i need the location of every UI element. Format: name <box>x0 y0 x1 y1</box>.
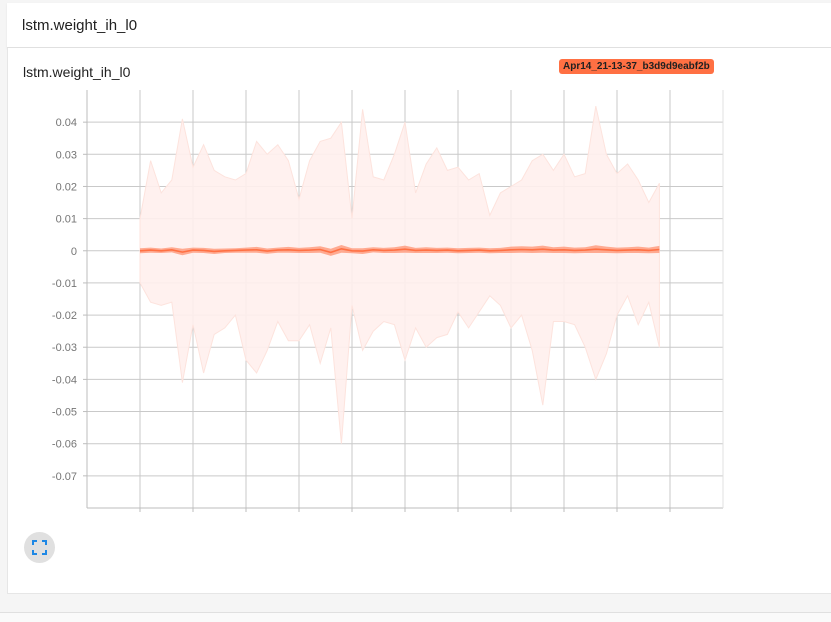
y-tick-label-10: -0.06 <box>52 439 77 451</box>
fullscreen-icon <box>32 540 47 555</box>
y-tick-label-7: -0.03 <box>52 342 77 354</box>
band-outer <box>139 105 660 444</box>
run-badge: Apr14_21-13-37_b3d9d9eabf2b <box>559 59 714 74</box>
chart-card: 0.04 0.03 0.02 0.01 0 -0.01 -0.02 -0.03 -0.04 -0.… <box>7 48 831 594</box>
y-tick-label-9: -0.05 <box>52 407 77 419</box>
chart-title: lstm.weight_ih_l0 <box>23 64 131 80</box>
y-tick-label-0: 0.04 <box>56 117 77 129</box>
y-tick-label-6: -0.02 <box>52 310 77 322</box>
y-tick-label-8: -0.04 <box>52 374 77 386</box>
y-tick-label-1: 0.03 <box>56 149 77 161</box>
y-tick-label-2: 0.02 <box>56 181 77 193</box>
page-title: lstm.weight_ih_l0 <box>22 17 138 34</box>
y-tick-label-4: 0 <box>71 246 77 258</box>
expand-button[interactable] <box>24 532 55 563</box>
header-bar: lstm.weight_ih_l0 <box>7 3 831 48</box>
y-tick-label-5: -0.01 <box>52 278 77 290</box>
y-tick-label-11: -0.07 <box>52 471 77 483</box>
histogram-chart: 0.04 0.03 0.02 0.01 0 -0.01 -0.02 -0.03 -0.04 -0.… <box>52 90 724 512</box>
y-tick-label-3: 0.01 <box>56 214 77 226</box>
